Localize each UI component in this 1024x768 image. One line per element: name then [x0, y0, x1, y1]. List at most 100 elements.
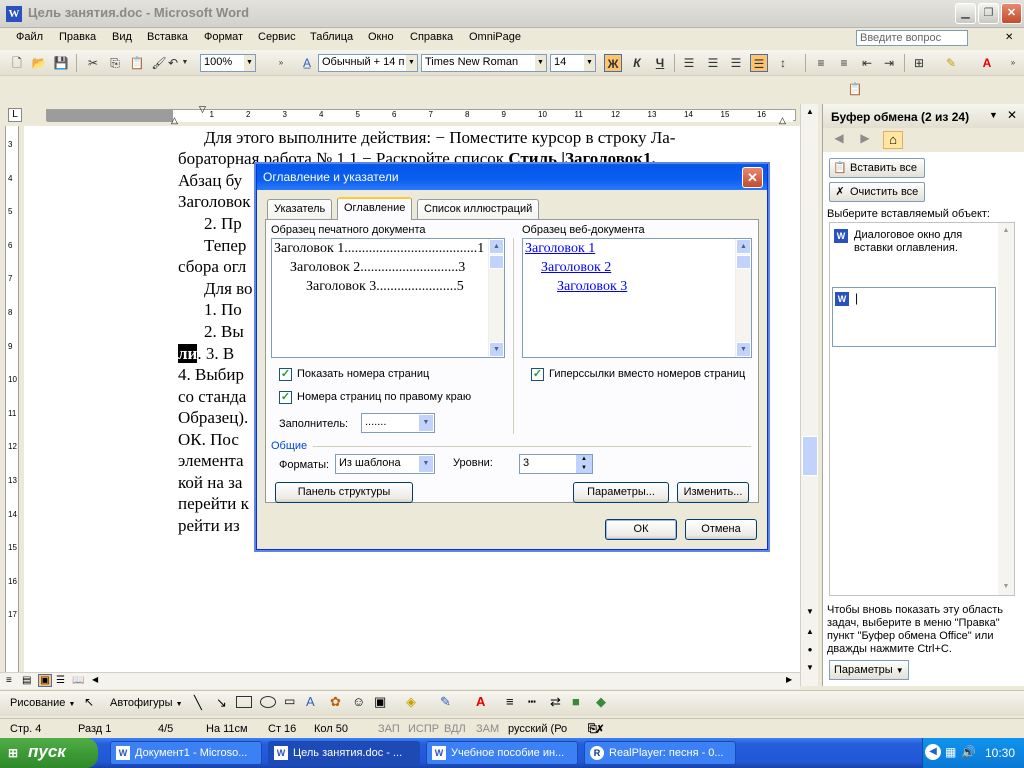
print-preview-scrollbar[interactable]: ▲ ▼ — [488, 239, 504, 357]
task-pane-close-icon[interactable]: ✕ — [1007, 108, 1017, 122]
web-preview-link-3[interactable]: Заголовок 3 — [557, 279, 627, 295]
clipart-icon[interactable]: ☺ — [352, 694, 365, 709]
paste-icon[interactable]: 📋 — [128, 54, 146, 72]
back-icon[interactable]: ◀ — [829, 131, 849, 149]
show-hidden-icons-icon[interactable]: ◀ — [925, 744, 941, 760]
menu-help[interactable]: Справка — [410, 31, 453, 43]
outline-view-icon[interactable]: ☰ — [56, 675, 65, 686]
rectangle-icon[interactable] — [236, 696, 252, 708]
research-icon[interactable]: 📋 — [846, 80, 864, 98]
arrow-style-icon[interactable]: ⇄ — [550, 694, 561, 710]
volume-tray-icon[interactable]: 🔊 — [961, 745, 976, 759]
select-objects-icon[interactable]: ↖ — [84, 695, 94, 709]
cut-icon[interactable]: ✂ — [84, 54, 102, 72]
first-line-indent-marker[interactable]: ▽ — [199, 104, 206, 115]
previous-page-icon[interactable]: ▲ — [802, 624, 818, 640]
minimize-button[interactable]: ▁ — [955, 3, 976, 24]
dash-style-icon[interactable]: ┅ — [528, 694, 536, 710]
oval-icon[interactable] — [260, 696, 276, 708]
maximize-button[interactable]: ❐ — [978, 3, 999, 24]
outline-toolbar-button[interactable]: Панель структуры — [275, 482, 413, 503]
bullets-icon[interactable]: ≡ — [835, 54, 853, 72]
styles-pane-icon[interactable]: A̲ — [298, 54, 316, 72]
toolbar-options-icon[interactable]: » — [276, 54, 286, 72]
menu-file[interactable]: Файл — [16, 31, 43, 43]
task-pane-menu-icon[interactable]: ▼ — [989, 110, 998, 120]
ask-question-input[interactable]: Введите вопрос — [856, 30, 968, 46]
network-tray-icon[interactable]: ▦ — [945, 745, 956, 759]
right-align-checkbox[interactable]: ✓ — [279, 391, 292, 404]
show-page-numbers-checkbox[interactable]: ✓ — [279, 368, 292, 381]
options-dialog-button[interactable]: Параметры... — [573, 482, 669, 503]
document-line[interactable]: 1. По — [204, 300, 242, 320]
borders-icon[interactable]: ⊞ — [910, 54, 928, 72]
tab-index[interactable]: Указатель — [267, 199, 333, 219]
italic-button[interactable]: К — [628, 54, 646, 72]
scroll-down-icon[interactable]: ▼ — [489, 342, 504, 357]
close-button[interactable]: ✕ — [1001, 3, 1022, 24]
scroll-down-icon[interactable]: ▼ — [802, 604, 818, 620]
line-color-icon[interactable]: ✎ — [440, 694, 451, 710]
forward-icon[interactable]: ▶ — [855, 131, 875, 149]
spelling-status-icon[interactable]: ⎘✗ — [588, 723, 603, 736]
status-extend[interactable]: ВДЛ — [444, 723, 466, 735]
selected-text[interactable]: ли — [178, 344, 198, 363]
copy-icon[interactable]: ⎘ — [106, 54, 124, 72]
highlight-icon[interactable]: ✎ — [942, 54, 960, 72]
formats-select[interactable]: Из шаблона ▼ — [335, 454, 435, 474]
scroll-up-icon[interactable]: ▲ — [802, 104, 818, 120]
ruler-scale[interactable]: ▽ △ △ 1 2 3 4 5 6 7 8 9 10 11 12 13 14 15 16 — [46, 104, 796, 125]
levels-spinner[interactable]: 3 ▲ ▼ — [519, 454, 593, 474]
zoom-combo[interactable]: 100% ▼ — [200, 54, 256, 72]
scroll-thumb[interactable] — [802, 436, 818, 476]
clipboard-list-scrollbar[interactable]: ▲ ▼ — [998, 223, 1014, 595]
open-icon[interactable]: 📂 — [30, 54, 48, 72]
hyperlinks-checkbox[interactable]: ✓ — [531, 368, 544, 381]
undo-dropdown-icon[interactable]: ▼ — [180, 54, 190, 72]
status-overtype[interactable]: ЗАМ — [476, 723, 499, 735]
web-view-icon[interactable]: ▤ — [22, 675, 31, 686]
font-size-combo[interactable]: 14 ▼ — [550, 54, 596, 72]
document-line[interactable]: Образец). — [178, 408, 248, 428]
underline-button[interactable]: Ч — [651, 54, 669, 72]
menu-format[interactable]: Формат — [204, 31, 243, 43]
menu-table[interactable]: Таблица — [310, 31, 353, 43]
menu-tools[interactable]: Сервис — [258, 31, 296, 43]
document-line[interactable]: ли. 3. В — [178, 344, 234, 364]
document-text[interactable]: . 3. В — [197, 344, 234, 363]
menu-edit[interactable]: Правка — [59, 31, 96, 43]
document-line[interactable]: 2. Пр — [204, 214, 242, 234]
document-line[interactable]: Для во — [204, 279, 253, 299]
fill-color-icon[interactable]: ◈ — [406, 694, 416, 710]
document-line[interactable]: Для этого выполните действия: − Поместит… — [204, 128, 675, 148]
task-realplayer[interactable]: R RealPlayer: песня - 0... — [584, 741, 736, 765]
spin-down-icon[interactable]: ▼ — [576, 464, 592, 473]
status-track-changes[interactable]: ИСПР — [408, 723, 439, 735]
start-button[interactable]: ⊞ пуск — [0, 738, 98, 768]
ok-button[interactable]: ОК — [605, 519, 677, 540]
insert-picture-icon[interactable]: ▣ — [374, 694, 386, 710]
next-page-icon[interactable]: ▼ — [802, 660, 818, 676]
word-app-icon[interactable]: W — [6, 6, 22, 22]
document-line[interactable]: Тепер — [204, 236, 246, 256]
document-line[interactable]: кой на за — [178, 473, 242, 493]
increase-indent-icon[interactable]: ⇥ — [880, 54, 898, 72]
font-color-icon[interactable]: A — [978, 54, 996, 72]
list-scroll-up-icon[interactable]: ▲ — [998, 223, 1014, 239]
scroll-down-icon[interactable]: ▼ — [736, 342, 751, 357]
align-left-icon[interactable]: ☰ — [680, 54, 698, 72]
numbering-icon[interactable]: ≡ — [812, 54, 830, 72]
scroll-up-icon[interactable]: ▲ — [489, 239, 504, 254]
horizontal-scrollbar[interactable]: ≡ ▤ ▣ ☰ 📖 ◀ ▶ — [0, 672, 800, 689]
document-line[interactable]: со станда — [178, 387, 246, 407]
list-scroll-down-icon[interactable]: ▼ — [998, 579, 1014, 595]
paste-all-button[interactable]: 📋 Вставить все — [829, 158, 925, 178]
web-preview-link-2[interactable]: Заголовок 2 — [541, 260, 611, 276]
modify-button[interactable]: Изменить... — [677, 482, 749, 503]
menu-window[interactable]: Окно — [368, 31, 394, 43]
toolbar-options-icon-2[interactable]: » — [1008, 54, 1018, 72]
tab-toc[interactable]: Оглавление — [337, 197, 413, 220]
wordart-icon[interactable]: A — [306, 694, 315, 709]
spin-up-icon[interactable]: ▲ — [576, 455, 592, 464]
dialog-title-bar[interactable]: Оглавление и указатели ✕ — [257, 164, 767, 190]
